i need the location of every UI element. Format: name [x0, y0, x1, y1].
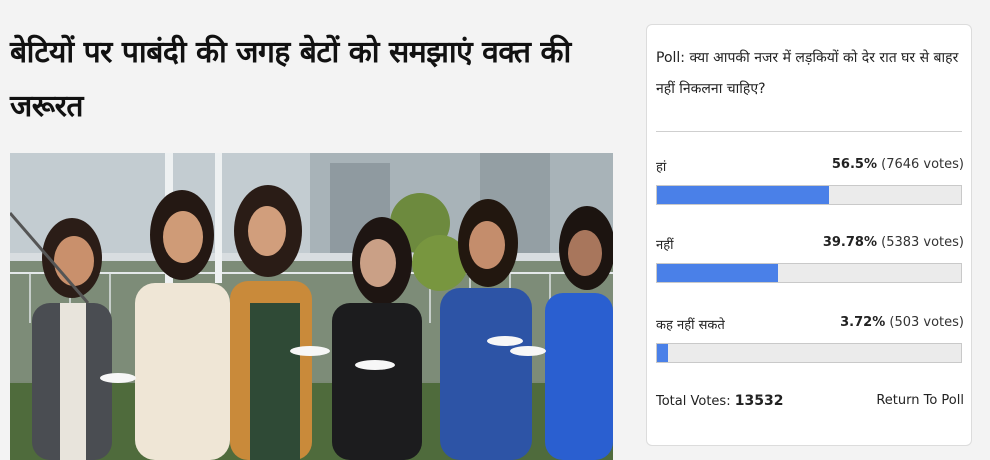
poll-result-bar — [656, 263, 962, 283]
poll-option-votes: (7646 votes) — [881, 157, 964, 172]
poll-option-votes: (503 votes) — [889, 315, 964, 330]
poll-option-label: हां — [656, 160, 667, 175]
poll-card: Poll: क्या आपकी नजर में लड़कियों को देर … — [646, 24, 972, 446]
poll-option-percent: 56.5% — [831, 157, 877, 172]
poll-option-stats: 56.5% (7646 votes) — [832, 157, 964, 172]
poll-result-bar — [656, 185, 962, 205]
group-photo-illustration — [10, 153, 613, 460]
poll-option-cant-say: कह नहीं सकते 3.72% (503 votes) — [656, 315, 964, 375]
poll-option-label: कह नहीं सकते — [656, 318, 725, 333]
poll-result-bar — [656, 343, 962, 363]
poll-option-percent: 39.78% — [822, 235, 877, 250]
poll-result-bar-fill — [657, 264, 778, 282]
total-votes-label: Total Votes: — [656, 394, 731, 409]
return-to-poll-link[interactable]: Return To Poll — [876, 393, 964, 408]
article-title: बेटियों पर पाबंदी की जगह बेटों को समझाएं… — [10, 35, 571, 124]
poll-result-bar-fill — [657, 344, 669, 362]
poll-divider — [656, 131, 962, 132]
total-votes-value: 13532 — [734, 393, 784, 409]
article-photo — [10, 153, 613, 460]
poll-option-no: नहीं 39.78% (5383 votes) — [656, 235, 964, 295]
poll-option-label: नहीं — [656, 238, 674, 253]
poll-question: Poll: क्या आपकी नजर में लड़कियों को देर … — [656, 50, 959, 97]
poll-footer: Total Votes: 13532 Return To Poll — [656, 393, 964, 409]
poll-option-stats: 39.78% (5383 votes) — [823, 235, 964, 250]
poll-option-percent: 3.72% — [840, 315, 886, 330]
poll-option-votes: (5383 votes) — [881, 235, 964, 250]
poll-result-bar-fill — [657, 186, 829, 204]
poll-option-yes: हां 56.5% (7646 votes) — [656, 157, 964, 217]
poll-option-stats: 3.72% (503 votes) — [840, 315, 964, 330]
